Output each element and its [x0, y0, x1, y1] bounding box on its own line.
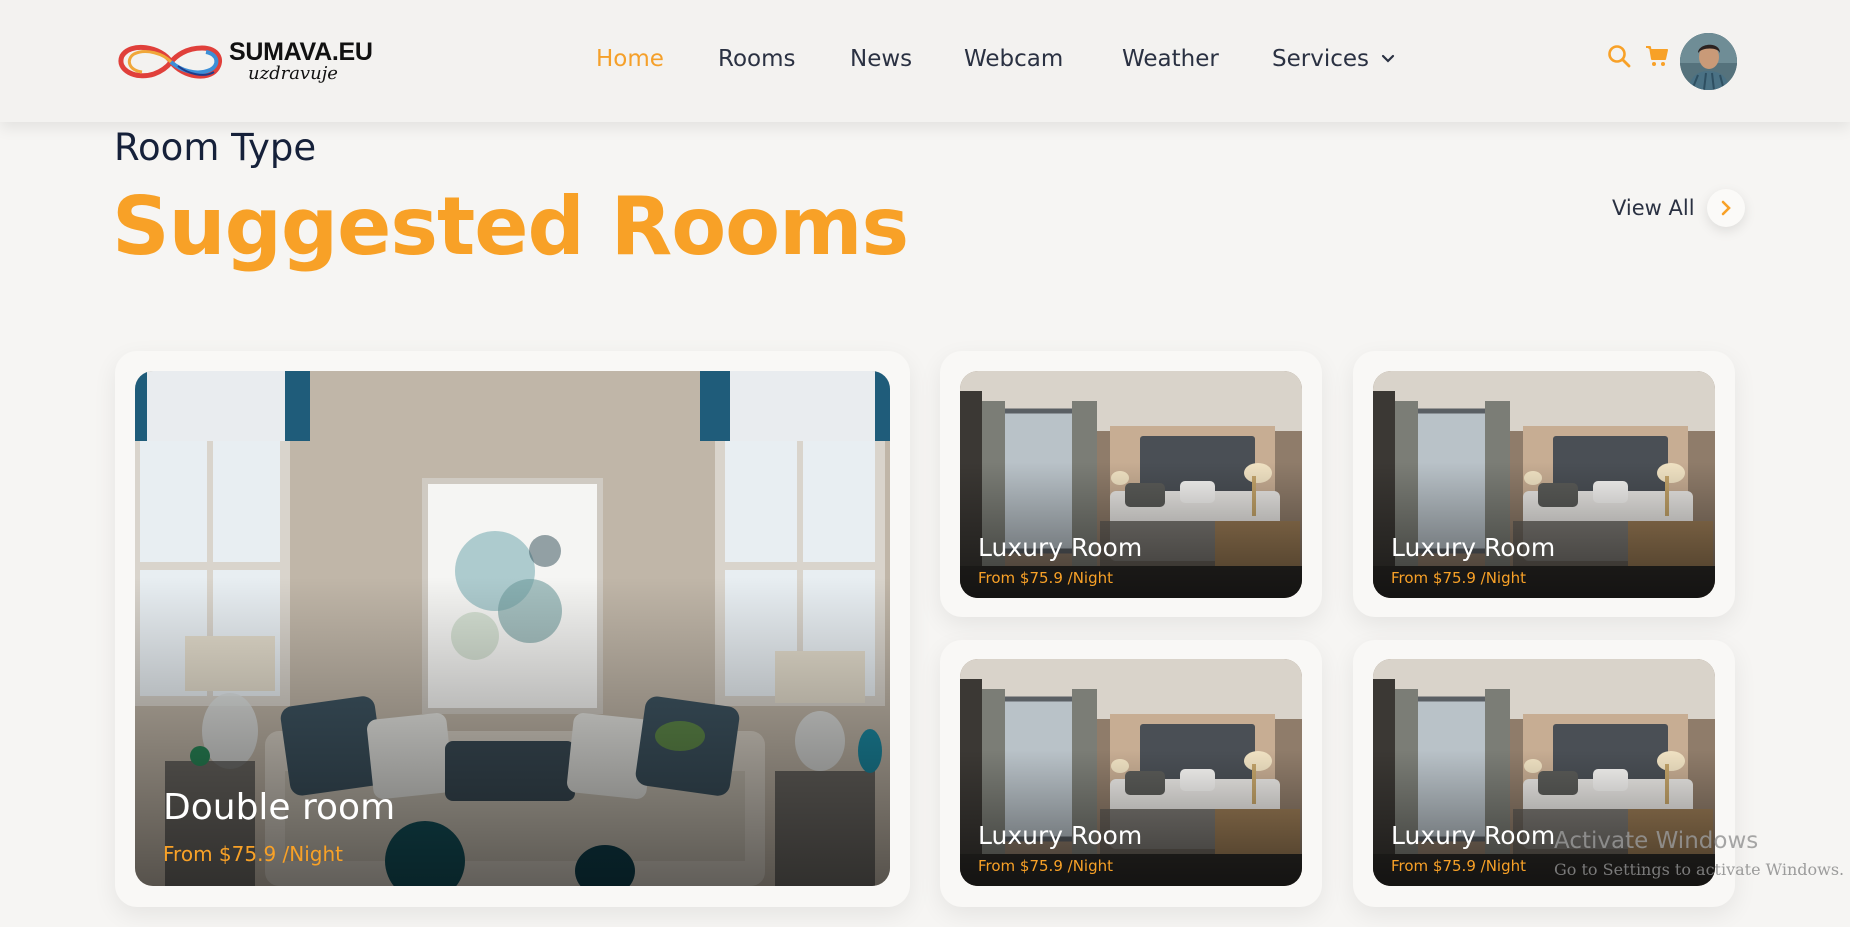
nav-item-webcam[interactable]: Webcam [964, 46, 1063, 72]
room-name: Luxury Room [978, 821, 1143, 850]
nav-item-services-label: Services [1272, 46, 1369, 72]
section-title: Suggested Rooms [112, 180, 909, 273]
avatar[interactable] [1680, 33, 1737, 90]
nav-item-weather[interactable]: Weather [1122, 46, 1219, 72]
image-gradient-overlay [135, 577, 890, 886]
room-card[interactable]: Luxury Room From $75.9 /Night [960, 371, 1302, 598]
main-nav: Home Rooms News Webcam Weather Services [0, 46, 1850, 78]
room-card[interactable]: Double room From $75.9 /Night [135, 371, 890, 886]
user-avatar-icon [1680, 33, 1737, 90]
nav-item-home[interactable]: Home [596, 46, 664, 72]
activation-watermark-subtitle: Go to Settings to activate Windows. [1554, 860, 1845, 879]
search-icon[interactable] [1607, 44, 1631, 68]
site-header: SUMAVA.EU uzdravuje Home Rooms News Webc… [0, 0, 1850, 122]
room-name: Luxury Room [978, 533, 1143, 562]
view-all-button[interactable] [1706, 189, 1745, 227]
activation-watermark-title: Activate Windows [1554, 828, 1759, 854]
room-card[interactable]: Luxury Room From $75.9 /Night [1373, 371, 1715, 598]
cart-icon[interactable] [1645, 44, 1669, 68]
room-name: Double room [163, 787, 396, 828]
room-price: From $75.9 /Night [978, 569, 1113, 587]
header-actions [1607, 44, 1669, 68]
view-all-label: View All [1612, 196, 1695, 220]
chevron-right-icon [1721, 200, 1731, 216]
room-name: Luxury Room [1391, 821, 1556, 850]
room-price: From $75.9 /Night [1391, 569, 1526, 587]
room-price: From $75.9 /Night [978, 857, 1113, 875]
room-price: From $75.9 /Night [1391, 857, 1526, 875]
nav-item-services[interactable]: Services [1272, 46, 1395, 72]
section-eyebrow: Room Type [114, 126, 317, 169]
chevron-down-icon [1381, 54, 1395, 63]
nav-item-rooms[interactable]: Rooms [718, 46, 795, 72]
room-name: Luxury Room [1391, 533, 1556, 562]
view-all-link[interactable]: View All [1612, 189, 1745, 227]
nav-item-news[interactable]: News [850, 46, 912, 72]
room-card[interactable]: Luxury Room From $75.9 /Night [960, 659, 1302, 886]
room-price: From $75.9 /Night [163, 842, 343, 866]
